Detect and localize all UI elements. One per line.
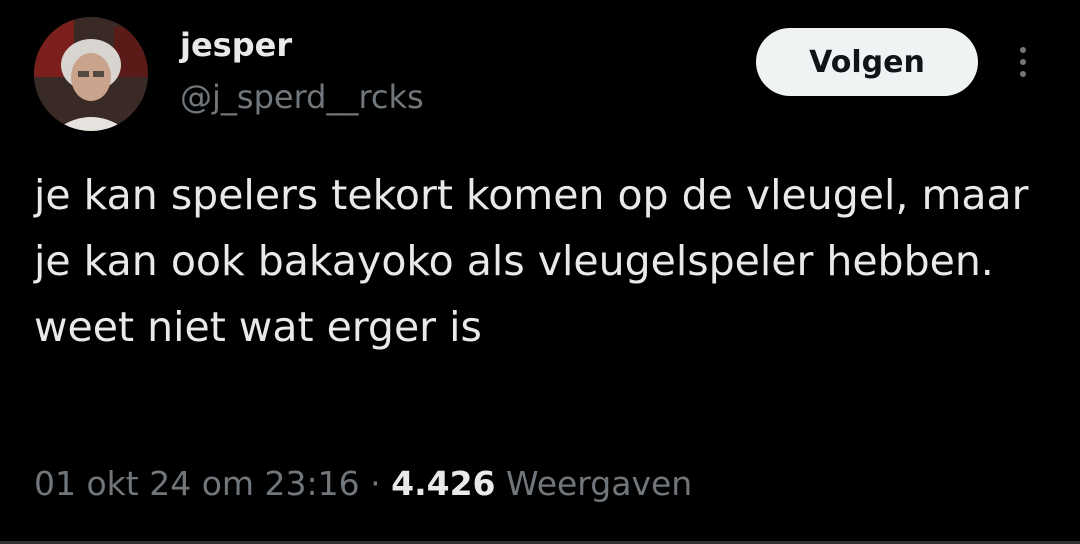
meta-separator: · bbox=[359, 464, 392, 503]
tweet-text: je kan spelers tekort komen op de vleuge… bbox=[34, 171, 1029, 351]
display-name[interactable]: jesper bbox=[180, 26, 292, 64]
views-label: Weergaven bbox=[506, 464, 693, 503]
more-dot bbox=[1020, 71, 1026, 77]
follow-button[interactable]: Volgen bbox=[756, 28, 978, 96]
tweet-meta: 01 okt 24 om 23:16 · 4.426 Weergaven bbox=[34, 464, 692, 503]
more-vertical-icon[interactable] bbox=[1008, 38, 1038, 86]
avatar[interactable] bbox=[34, 17, 148, 131]
tweet-timestamp[interactable]: 01 okt 24 om 23:16 bbox=[34, 464, 360, 503]
user-handle[interactable]: @j_sperd__rcks bbox=[180, 78, 424, 116]
more-dot bbox=[1020, 47, 1026, 53]
more-dot bbox=[1020, 59, 1026, 65]
views-count: 4.426 bbox=[391, 464, 496, 503]
avatar-image bbox=[34, 17, 148, 131]
